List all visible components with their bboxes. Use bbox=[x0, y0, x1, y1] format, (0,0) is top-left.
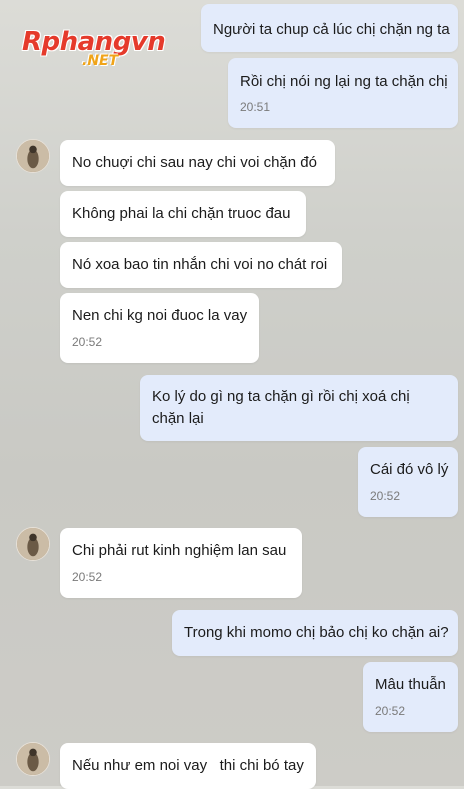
message-bubble-outgoing[interactable]: Cái đó vô lý 20:52 bbox=[358, 447, 458, 517]
message-bubble-incoming[interactable]: Nếu như em noi vay thi chi bó tay bbox=[60, 743, 316, 789]
message-time: 20:52 bbox=[375, 704, 406, 718]
message-text: Nếu như em noi vay thi chi bó tay bbox=[72, 757, 304, 774]
message-text: No chuợi chi sau nay chi voi chặn đó bbox=[72, 154, 317, 171]
message-bubble-incoming[interactable]: Nó xoa bao tin nhắn chi voi no chát roi bbox=[60, 242, 342, 288]
message-text: Rồi chị nói ng lại ng ta chặn chị bbox=[240, 73, 448, 90]
message-text: Nó xoa bao tin nhắn chi voi no chát roi bbox=[72, 256, 328, 273]
message-text: Mâu thuẫn bbox=[375, 676, 446, 693]
message-bubble-incoming[interactable]: Nen chi kg noi đuoc la vay 20:52 bbox=[60, 293, 259, 363]
message-text: Cái đó vô lý bbox=[370, 461, 449, 478]
message-bubble-outgoing[interactable]: Người ta chup cả lúc chị chặn ng ta bbox=[201, 4, 458, 52]
message-time: 20:52 bbox=[370, 489, 401, 503]
logo-text: Rphangvn bbox=[22, 27, 166, 57]
message-bubble-incoming[interactable]: Không phai la chi chặn truoc đau bbox=[60, 191, 306, 237]
message-time: 20:51 bbox=[240, 100, 271, 114]
message-bubble-outgoing[interactable]: Rồi chị nói ng lại ng ta chặn chị 20:51 bbox=[228, 58, 458, 128]
message-bubble-outgoing[interactable]: Trong khi momo chị bảo chị ko chặn ai? bbox=[172, 610, 458, 656]
message-text: Người ta chup cả lúc chị chặn ng ta bbox=[213, 21, 450, 38]
message-text: Ko lý do gì ng ta chặn gì rồi chị xoá ch… bbox=[152, 388, 410, 427]
logo-suffix: .NET bbox=[82, 53, 119, 69]
message-text: Không phai la chi chặn truoc đau bbox=[72, 205, 291, 222]
message-bubble-incoming[interactable]: No chuợi chi sau nay chi voi chặn đó bbox=[60, 140, 335, 186]
message-bubble-outgoing[interactable]: Ko lý do gì ng ta chặn gì rồi chị xoá ch… bbox=[140, 375, 458, 441]
site-logo: Rphangvn .NET bbox=[22, 27, 166, 72]
contact-avatar[interactable] bbox=[16, 527, 50, 561]
message-text: Chi phải rut kinh nghiệm lan sau bbox=[72, 542, 287, 559]
message-bubble-outgoing[interactable]: Mâu thuẫn 20:52 bbox=[363, 662, 458, 732]
contact-avatar[interactable] bbox=[16, 139, 50, 173]
message-text: Trong khi momo chị bảo chị ko chặn ai? bbox=[184, 624, 449, 641]
contact-avatar[interactable] bbox=[16, 742, 50, 776]
chat-conversation: Rphangvn .NET Người ta chup cả lúc chị c… bbox=[0, 0, 464, 789]
message-text: Nen chi kg noi đuoc la vay bbox=[72, 307, 248, 324]
message-bubble-incoming[interactable]: Chi phải rut kinh nghiệm lan sau 20:52 bbox=[60, 528, 302, 598]
message-time: 20:52 bbox=[72, 335, 103, 349]
message-time: 20:52 bbox=[72, 570, 103, 584]
